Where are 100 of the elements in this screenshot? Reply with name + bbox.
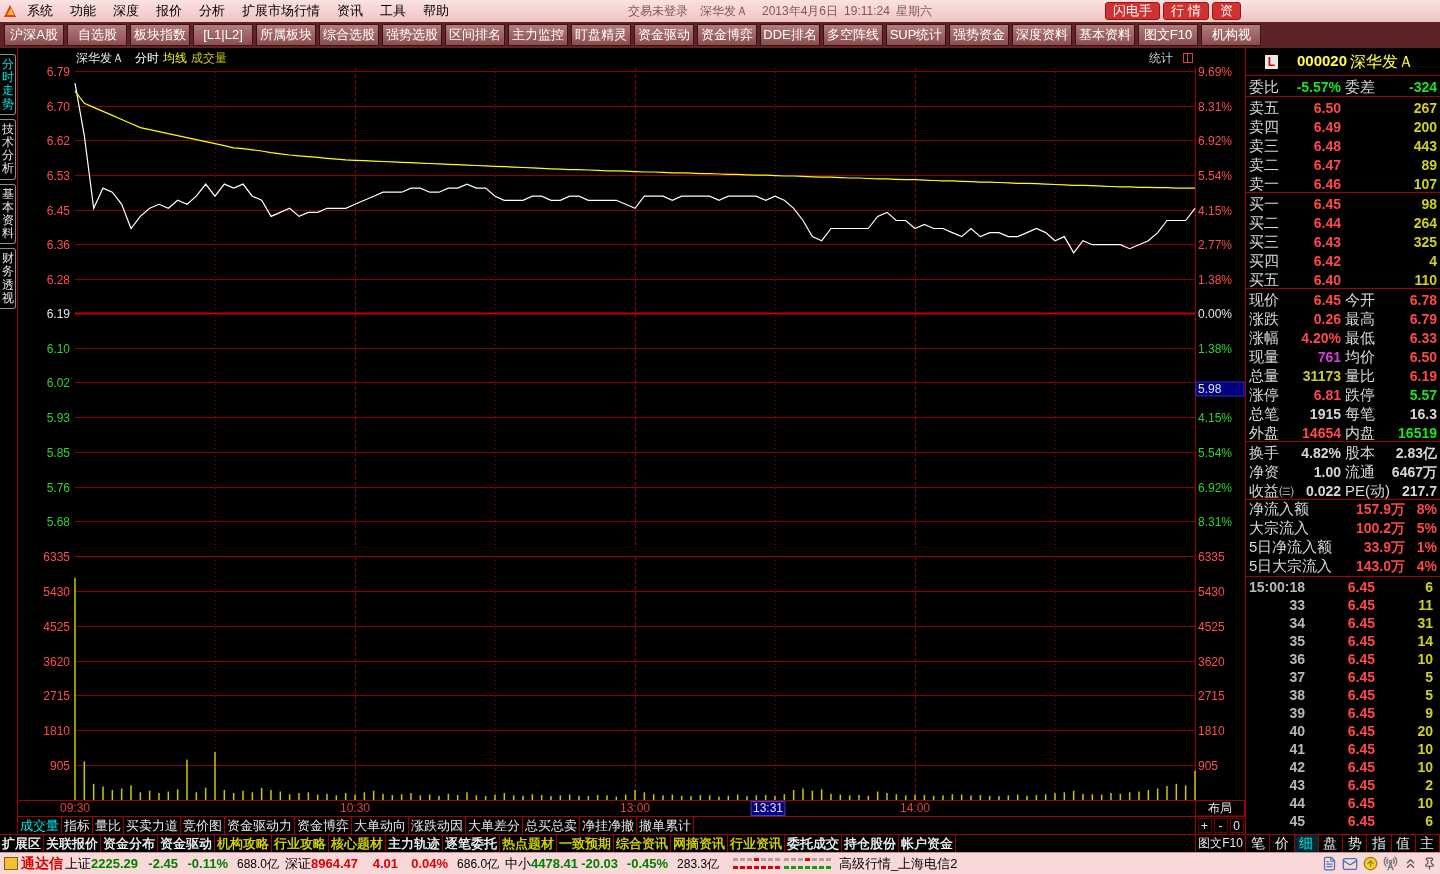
- volume-bar: [1035, 795, 1038, 800]
- quote-tab[interactable]: 细: [1294, 835, 1319, 852]
- flow-percent: 4%: [1415, 557, 1437, 576]
- quote-volume: 443: [1413, 136, 1437, 156]
- field-value: 6.78: [1409, 290, 1437, 310]
- volume-bar: [708, 795, 711, 800]
- index-value: 8964.47: [311, 854, 359, 873]
- volume-bar: [344, 793, 347, 800]
- volume-bar: [1016, 794, 1019, 800]
- menu-item[interactable]: 功能: [70, 1, 96, 21]
- menu-item[interactable]: 系统: [27, 1, 53, 21]
- quote-volume: 325: [1413, 232, 1437, 252]
- toolbar-button[interactable]: SUP统计: [886, 24, 946, 46]
- field-label: 净资: [1249, 462, 1279, 482]
- toolbar-button[interactable]: DDE排名: [760, 24, 820, 46]
- time-label: 10:30: [340, 801, 370, 815]
- axis-label: 3620: [43, 654, 70, 669]
- stock-name: 深华发Ａ: [700, 3, 748, 20]
- volume-bar: [867, 795, 870, 800]
- toolbar-button[interactable]: 所属板块: [256, 24, 316, 46]
- axis-label: 8.31%: [1198, 514, 1233, 529]
- quote-volume: 4: [1429, 251, 1437, 271]
- side-tab[interactable]: 基本资料: [0, 183, 16, 245]
- arrow-up-circle-icon[interactable]: [1363, 856, 1378, 871]
- logo-icon[interactable]: [2, 3, 18, 19]
- radio-tower-icon[interactable]: [1383, 856, 1398, 871]
- stats-label[interactable]: 统计: [1149, 49, 1173, 67]
- indicator-tab[interactable]: 竞价图: [181, 817, 225, 834]
- menu-item[interactable]: 深度: [113, 1, 139, 21]
- toolbar-button[interactable]: 资金驱动: [634, 24, 694, 46]
- zoom-button[interactable]: 0: [1229, 818, 1244, 833]
- pin-icon[interactable]: [1423, 857, 1436, 870]
- indicator-tab[interactable]: 大单差分: [466, 817, 523, 834]
- stock-code: 000020: [1297, 51, 1348, 72]
- side-tab[interactable]: 分时走势: [0, 54, 16, 115]
- indicator-tab[interactable]: 指标: [62, 817, 93, 834]
- mode-button[interactable]: 闪电手: [1105, 2, 1161, 20]
- flow-percent: 8%: [1415, 500, 1437, 519]
- field-label: 卖一: [1249, 174, 1279, 194]
- toolbar-button[interactable]: 沪深A股: [4, 24, 64, 46]
- toolbar-button[interactable]: 区间排名: [445, 24, 505, 46]
- toolbar-button[interactable]: 深度资料: [1012, 24, 1072, 46]
- toolbar-button[interactable]: 机构视: [1201, 24, 1261, 46]
- volume-bar: [764, 795, 767, 800]
- tick-volume: 9: [1424, 703, 1434, 723]
- toolbar-button[interactable]: 资金博弈: [697, 24, 757, 46]
- menu-item[interactable]: 报价: [156, 1, 182, 21]
- menu-item[interactable]: 工具: [380, 1, 406, 21]
- axis-label: 6.53: [46, 168, 70, 183]
- axis-label: 4.15%: [1198, 410, 1233, 425]
- toolbar-button[interactable]: 强势资金: [949, 24, 1009, 46]
- axis-label: 5.54%: [1198, 445, 1233, 460]
- toolbar-button[interactable]: [L1|L2]: [193, 24, 253, 46]
- tick-time: 34: [1288, 613, 1305, 633]
- toolbar-button[interactable]: 盯盘精灵: [571, 24, 631, 46]
- layout-button[interactable]: 布局: [1195, 800, 1245, 816]
- zoom-button[interactable]: -: [1213, 818, 1228, 833]
- indicator-tab[interactable]: 撤单累计: [637, 817, 694, 834]
- toolbar-button[interactable]: 自选股: [67, 24, 127, 46]
- volume-bar: [307, 792, 310, 800]
- indicator-tab[interactable]: 涨跌动因: [409, 817, 466, 834]
- indicator-tab[interactable]: 量比: [93, 817, 124, 834]
- indicator-tab[interactable]: 大单动向: [352, 817, 409, 834]
- mail-icon[interactable]: [1342, 855, 1358, 872]
- side-tab[interactable]: 财务透视: [0, 248, 16, 309]
- menu-item[interactable]: 分析: [199, 1, 225, 21]
- indicator-tab[interactable]: 成交量: [18, 817, 62, 834]
- mode-button[interactable]: 资: [1212, 2, 1241, 20]
- mode-button[interactable]: 行 情: [1163, 2, 1209, 20]
- field-label: 内盘: [1345, 423, 1375, 443]
- toolbar-button[interactable]: 主力监控: [508, 24, 568, 46]
- field-value: 1.00: [1313, 462, 1341, 482]
- index-name: 上证: [65, 854, 91, 873]
- indicator-tab[interactable]: 资金博弈: [295, 817, 352, 834]
- square-icon[interactable]: [4, 857, 18, 870]
- volume-bar: [484, 796, 487, 800]
- volume-bar: [456, 795, 459, 800]
- indicator-tab[interactable]: 买卖力道: [124, 817, 181, 834]
- zoom-button[interactable]: +: [1197, 818, 1212, 833]
- indicator-tab[interactable]: 资金驱动力: [225, 817, 295, 834]
- server-name: 高级行情_上海电信2: [839, 854, 958, 873]
- toolbar-button[interactable]: 板块指数: [130, 24, 190, 46]
- toolbar-button[interactable]: 综合选股: [319, 24, 379, 46]
- index-amount: 283.3亿: [677, 855, 720, 873]
- menu-item[interactable]: 帮助: [423, 1, 449, 21]
- indicator-tab[interactable]: 总买总卖: [523, 817, 580, 834]
- flow-percent: 5%: [1415, 519, 1437, 538]
- tick-price: 6.45: [1346, 613, 1375, 633]
- volume-bar: [783, 794, 786, 800]
- volume-bar: [111, 790, 114, 800]
- menu-item[interactable]: 扩展市场行情: [242, 1, 320, 21]
- menu-item[interactable]: 资讯: [337, 1, 363, 21]
- document-icon[interactable]: [1322, 856, 1337, 871]
- toolbar-button[interactable]: 强势选股: [382, 24, 442, 46]
- toolbar-button[interactable]: 多空阵线: [823, 24, 883, 46]
- indicator-tab[interactable]: 净挂净撤: [580, 817, 637, 834]
- side-tab[interactable]: 技术分析: [0, 118, 16, 180]
- panel-icon[interactable]: [1183, 53, 1193, 63]
- toolbar-button[interactable]: 基本资料: [1075, 24, 1135, 46]
- toolbar-button[interactable]: 图文F10: [1138, 24, 1198, 46]
